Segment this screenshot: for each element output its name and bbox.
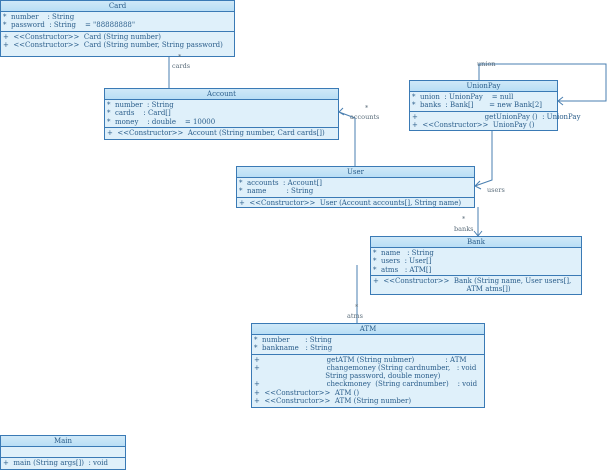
class-bank[interactable]: Bank * name : String * users : User[] * …: [370, 236, 582, 295]
class-bank-attributes: * name : String * users : User[] * atms …: [371, 248, 581, 276]
class-atm-attributes: * number : String * bankname : String: [252, 335, 484, 355]
class-unionpay[interactable]: UnionPay * union : UnionPay = null * ban…: [409, 80, 581, 131]
operation-row: + checkmoney (String cardnumber) : void: [254, 380, 478, 389]
class-main[interactable]: Main + main (String args[]) : void: [0, 435, 126, 470]
attribute-row: * name : String: [239, 187, 314, 196]
class-atm-operations: + getATM (String nubmer) : ATM + changem…: [252, 355, 484, 407]
multiplicity-cards: *: [178, 53, 182, 61]
class-main-name: Main: [1, 436, 125, 447]
operation-row: + <<Constructor>> Card (String number): [3, 32, 161, 41]
role-accounts: accounts: [350, 113, 380, 121]
class-account[interactable]: Account * number : String * cards : Card…: [104, 88, 339, 140]
class-unionpay-operations: + getUnionPay () : UnionPay + <<Construc…: [410, 112, 581, 131]
operation-row: + main (String args[]) : void: [3, 459, 108, 467]
attribute-row: * password : String = "88888888": [3, 21, 136, 30]
attribute-row: * name : String: [373, 249, 434, 257]
class-bank-name: Bank: [371, 237, 581, 248]
class-unionpay-attributes: * union : UnionPay = null * banks : Bank…: [410, 92, 557, 112]
role-users: users: [487, 186, 505, 194]
attribute-row: * accounts : Account[]: [239, 179, 323, 187]
operation-row: + <<Constructor>> Account (String number…: [107, 128, 325, 137]
operation-continuation: String password, double money): [254, 372, 441, 381]
attribute-row: * number : String: [107, 101, 174, 109]
class-main-operations: + main (String args[]) : void: [1, 458, 125, 468]
attribute-row: * money : double = 10000: [107, 117, 216, 126]
role-banks: banks: [454, 225, 474, 233]
operation-row: + <<Constructor>> ATM (String number): [254, 397, 412, 406]
attribute-row: * bankname : String: [254, 344, 333, 353]
role-union: union: [477, 60, 496, 68]
class-atm-name: ATM: [252, 324, 484, 335]
class-bank-operations: + <<Constructor>> Bank (String name, Use…: [371, 276, 581, 295]
operation-row: + <<Constructor>> Bank (String name, Use…: [373, 276, 572, 285]
class-account-attributes: * number : String * cards : Card[] * mon…: [105, 100, 338, 128]
multiplicity-banks: *: [462, 215, 466, 223]
connector-unionpay-user: [474, 131, 493, 187]
class-card-name: Card: [1, 1, 234, 12]
attribute-row: * number : String: [3, 13, 75, 21]
attribute-row: * atms : ATM[]: [373, 265, 432, 274]
class-user[interactable]: User * accounts : Account[] * name : Str…: [236, 166, 475, 208]
operation-row: + changemoney (String cardnumber, : void: [254, 363, 477, 372]
attribute-row: * users : User[]: [373, 257, 432, 266]
operation-row: + <<Constructor>> UnionPay (): [412, 120, 535, 129]
class-user-attributes: * accounts : Account[] * name : String: [237, 178, 474, 198]
operation-row: + getATM (String nubmer) : ATM: [254, 355, 467, 364]
class-unionpay-name: UnionPay: [410, 81, 557, 92]
operation-row: + getUnionPay () : UnionPay: [412, 112, 581, 121]
class-user-name: User: [237, 167, 474, 178]
operation-continuation: ATM atms[]): [373, 285, 511, 294]
class-user-operations: + <<Constructor>> User (Account accounts…: [237, 198, 474, 208]
attribute-row: * union : UnionPay = null: [412, 93, 514, 101]
role-atms: atms: [347, 312, 363, 320]
operation-row: + <<Constructor>> ATM (): [254, 388, 360, 397]
class-card[interactable]: Card * number : String * password : Stri…: [0, 0, 235, 57]
class-main-attributes: [1, 447, 125, 458]
class-account-operations: + <<Constructor>> Account (String number…: [105, 128, 338, 138]
multiplicity-accounts: *: [365, 104, 369, 112]
operation-row: + <<Constructor>> Card (String number, S…: [3, 40, 223, 49]
class-card-attributes: * number : String * password : String = …: [1, 12, 234, 32]
attribute-row: * number : String: [254, 336, 332, 344]
class-account-name: Account: [105, 89, 338, 100]
class-card-operations: + <<Constructor>> Card (String number) +…: [1, 32, 234, 51]
role-cards: cards: [172, 62, 191, 70]
operation-row: + <<Constructor>> User (Account accounts…: [239, 198, 462, 207]
attribute-row: * cards : Card[]: [107, 109, 171, 118]
multiplicity-atms: *: [355, 303, 359, 311]
attribute-row: * banks : Bank[] = new Bank[2]: [412, 101, 543, 110]
class-atm[interactable]: ATM * number : String * bankname : Strin…: [251, 323, 485, 408]
